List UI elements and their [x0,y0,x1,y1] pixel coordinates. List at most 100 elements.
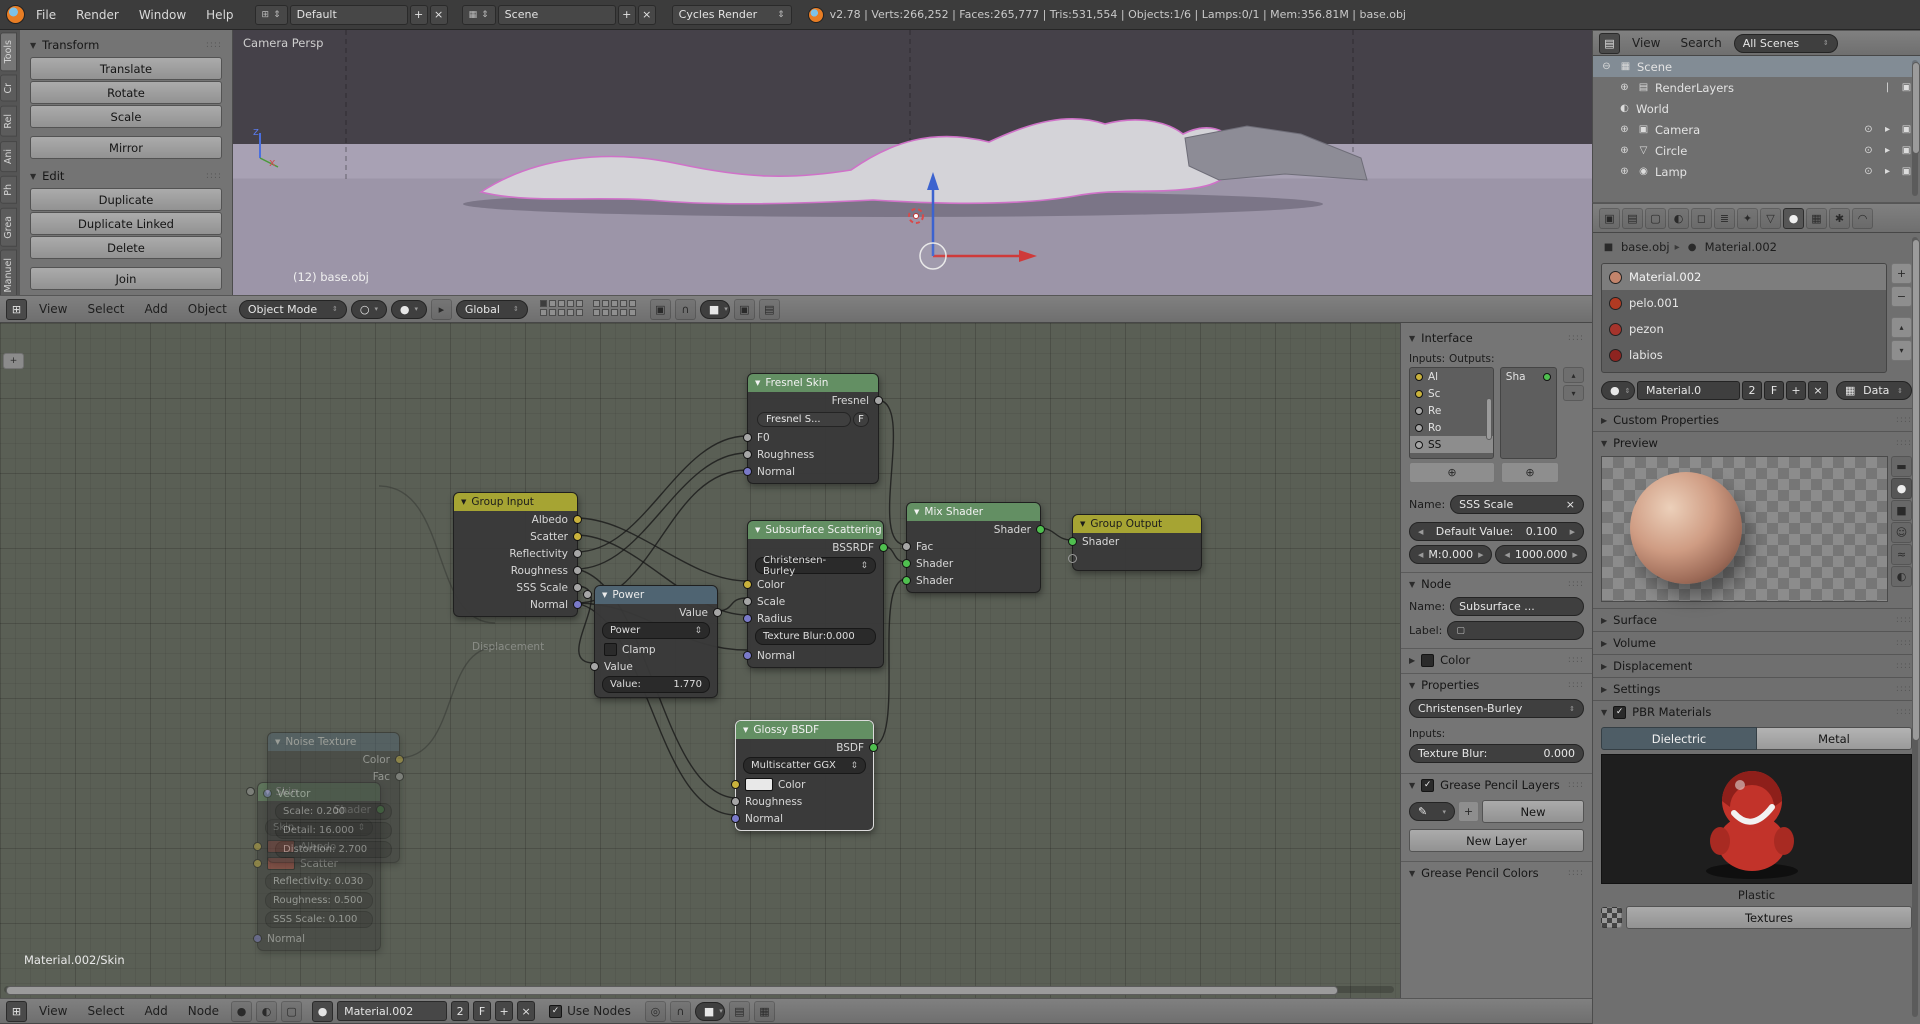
toolshelf-tab-relations[interactable]: Rel [0,106,17,137]
model-figure[interactable] [481,119,1236,204]
slot-move-down-button[interactable]: ▾ [1891,340,1912,361]
properties-panel-header[interactable]: ▼Properties:::: [1409,674,1584,696]
node-editor-hscrollbar[interactable] [4,986,1394,993]
pin-icon[interactable]: ◎ [645,1001,666,1022]
context-particles-icon[interactable]: ✱ [1829,208,1850,229]
material-slot[interactable]: pelo.001 [1602,290,1886,316]
visibility-eye-icon[interactable]: ⊙ [1861,164,1876,179]
render-opengl-icon[interactable]: ▣ [734,299,755,320]
toolshelf-tab-physics[interactable]: Ph [0,176,17,204]
menu-help[interactable]: Help [197,8,242,22]
outliner-item-renderlayers[interactable]: ⊕ ▤ RenderLayers | ▣ [1593,77,1920,98]
duplicate-linked-button[interactable]: Duplicate Linked [30,212,222,235]
selectability-icon[interactable]: ▸ [1880,122,1895,137]
node-editor[interactable]: ▼Skin Shader Skin⇕ Albedo Scatter Reflec… [0,323,1592,998]
material-unlink-button[interactable]: × [1808,381,1828,400]
power-clamp-checkbox[interactable] [604,643,617,656]
snap-magnet-icon[interactable]: ∩ [675,299,696,320]
gp-layers-panel-header[interactable]: ▼✓Grease Pencil Layers:::: [1409,774,1584,796]
context-material-icon[interactable]: ● [1783,208,1804,229]
layout-add-button[interactable]: + [410,5,428,25]
outliner-item-world[interactable]: ◐ World [1593,98,1920,119]
material-slot[interactable]: labios [1602,342,1886,368]
node-panel-header[interactable]: ▼Node:::: [1409,573,1584,595]
texture-blur-slider[interactable]: Texture Blur:0.000 [1409,744,1584,763]
breadcrumb-material[interactable]: Material.002 [1705,240,1777,254]
scale-button[interactable]: Scale [30,105,222,128]
node-group-input[interactable]: ▼Group Input Albedo Scatter Reflectivity… [453,492,578,617]
outliner-scrollbar[interactable] [1912,60,1918,196]
material-add-button[interactable]: + [495,1001,513,1021]
collapse-icon[interactable]: ⊖ [1599,59,1614,74]
material-slot[interactable]: Material.002 [1602,264,1886,290]
color-checkbox[interactable] [1421,654,1434,667]
power-operation-selector[interactable]: Power⇕ [602,622,710,639]
gp-colors-panel-header[interactable]: ▼Grease Pencil Colors:::: [1409,862,1584,884]
interface-add-input-button[interactable]: ⊕ [1409,462,1495,483]
shader-type-line-icon[interactable]: ▢ [281,1001,302,1022]
settings-panel-header[interactable]: ▶Settings:::: [1593,678,1920,700]
fresnel-group-selector[interactable]: Fresnel S... [757,412,851,427]
toolshelf-tab-create[interactable]: Cr [0,75,17,102]
interface-add-output-button[interactable]: ⊕ [1501,462,1559,483]
outliner-item-circle[interactable]: ⊕ ▽ Circle ⊙ ▸ ▣ [1593,140,1920,161]
outliner-item-camera[interactable]: ⊕ ▣ Camera ⊙ ▸ ▣ [1593,119,1920,140]
node-node-menu[interactable]: Node [180,1004,227,1018]
context-modifiers-icon[interactable]: ✦ [1737,208,1758,229]
material-name-field[interactable]: Material.0 [1637,381,1740,400]
surface-panel-header[interactable]: ▶Surface:::: [1593,609,1920,631]
node-toolshelf-open-button[interactable]: + [3,353,24,369]
falloff-selector[interactable]: Christensen-Burley⇕ [1409,699,1584,718]
editor-type-3dview-icon[interactable]: ⊞ [6,299,27,320]
context-renderlayers-icon[interactable]: ▤ [1622,208,1643,229]
preview-sphere-button[interactable]: ● [1891,478,1912,499]
gizmo-x-arrow[interactable] [1019,250,1037,262]
node-mix-shader[interactable]: ▼Mix Shader Shader Fac Shader Shader [906,502,1041,593]
view-menu[interactable]: View [31,302,75,316]
use-nodes-toggle[interactable]: ✓ Use Nodes [549,1004,631,1018]
node-noise-texture[interactable]: ▼Noise Texture Color Fac Vector Scale: 0… [267,732,400,863]
node-name-field[interactable]: Subsurface ... [1450,597,1584,616]
context-texture-icon[interactable]: ▦ [1806,208,1827,229]
material-unlink-button[interactable]: × [517,1001,535,1021]
node-glossy-bsdf[interactable]: ▼Glossy BSDF BSDF Multiscatter GGX⇕ Colo… [735,720,874,831]
layers-grid-2[interactable] [593,300,638,318]
pbr-materials-panel-header[interactable]: ▼✓PBR Materials:::: [1593,701,1920,723]
interface-panel-header[interactable]: ▼Interface:::: [1409,327,1584,349]
preview-hair-button[interactable]: ≈ [1891,544,1912,565]
paste-node-icon[interactable]: ▦ [754,1001,775,1022]
scene-selector[interactable]: Scene [498,5,616,25]
blender-logo-icon[interactable] [6,5,25,24]
node-power[interactable]: ▼Power Value Power⇕ Clamp Value Value:1.… [594,585,718,698]
pbr-preset-preview[interactable] [1601,754,1912,884]
material-link-selector[interactable]: ▦Data⇕ [1836,381,1912,400]
preview-cube-button[interactable]: ■ [1891,500,1912,521]
translate-button[interactable]: Translate [30,57,222,80]
node-subsurface-scattering[interactable]: ▼Subsurface Scattering BSSRDF Christense… [747,520,884,668]
layout-delete-button[interactable]: × [430,5,448,25]
toolshelf-tab-grease[interactable]: Grea [0,208,17,247]
mirror-button[interactable]: Mirror [30,136,222,159]
interface-move-up-button[interactable]: ▴ [1563,367,1584,383]
viewport-3d[interactable]: Camera Persp z x (12) base.obj [233,30,1592,295]
material-fake-user-button[interactable]: F [473,1001,491,1021]
outliner-item-lamp[interactable]: ⊕ ◉ Lamp ⊙ ▸ ▣ [1593,161,1920,182]
toolshelf-tab-manuel[interactable]: Manuel [0,250,17,301]
slot-move-up-button[interactable]: ▴ [1891,317,1912,338]
duplicate-button[interactable]: Duplicate [30,188,222,211]
shader-type-world-icon[interactable]: ◐ [256,1001,277,1022]
scene-delete-button[interactable]: × [638,5,656,25]
glossy-color-swatch[interactable] [745,778,773,791]
sss-falloff-selector[interactable]: Christensen-Burley⇕ [755,557,876,574]
rotate-button[interactable]: Rotate [30,81,222,104]
socket-min-slider[interactable]: ◀M:0.000▶ [1409,545,1492,564]
material-new-button[interactable]: + [1786,381,1806,400]
toolshelf-tab-tools[interactable]: Tools [0,32,17,71]
interface-outputs-list[interactable]: Sha [1500,367,1557,459]
preview-flat-button[interactable]: ▬ [1891,456,1912,477]
material-slots-list[interactable]: Material.002 pelo.001 pezon labios [1601,263,1887,373]
node-add-menu[interactable]: Add [137,1004,176,1018]
snap-node-magnet-icon[interactable]: ∩ [670,1001,691,1022]
layers-grid-1[interactable] [540,300,585,318]
context-world-icon[interactable]: ◐ [1668,208,1689,229]
